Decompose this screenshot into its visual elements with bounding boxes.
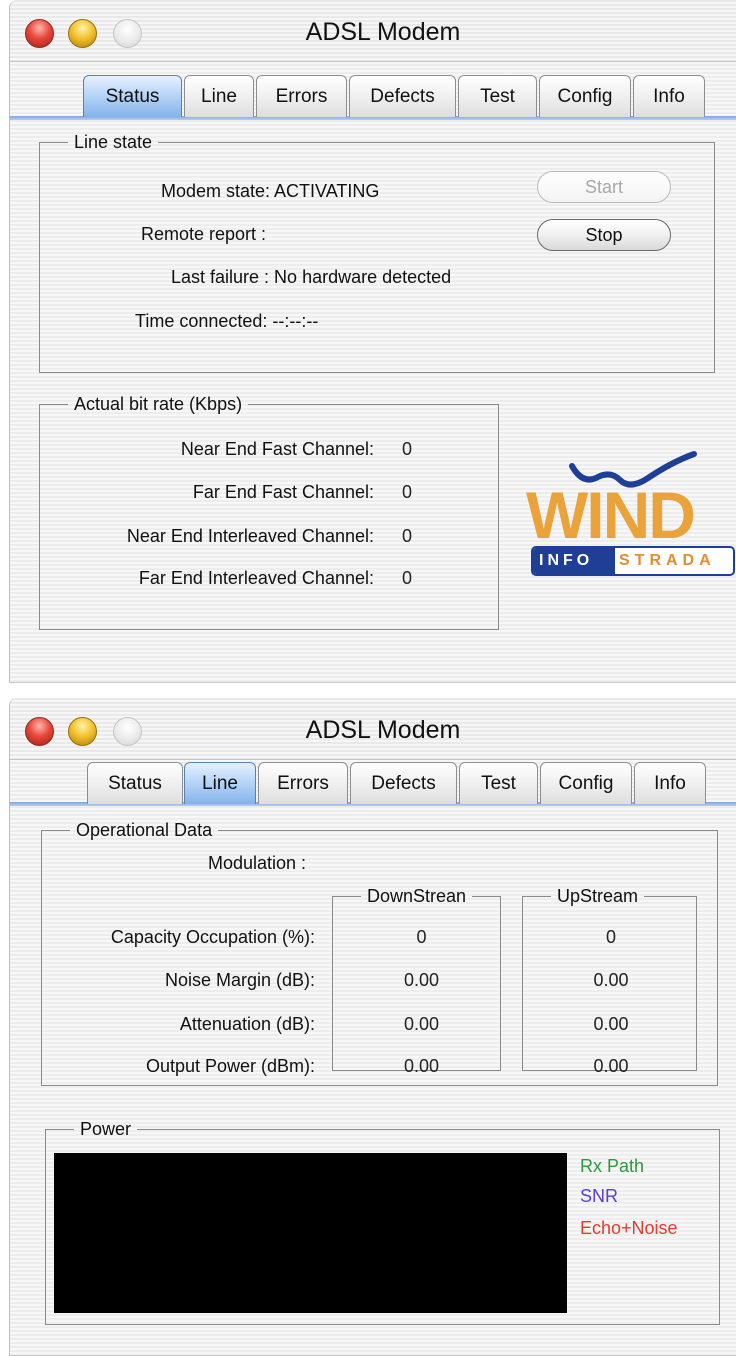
noise-margin-label: Noise Margin (dB): [164, 970, 315, 990]
far-end-interleaved-value: 0 [401, 568, 412, 588]
tab-defects[interactable]: Defects [349, 75, 456, 117]
operational-data-legend: Operational Data [76, 820, 213, 840]
logo-info-text: INFO [533, 548, 615, 574]
window-title: ADSL Modem [305, 716, 461, 744]
tab-status[interactable]: Status [83, 75, 182, 117]
logo-infostrada-bar: INFO STRADA [531, 546, 735, 576]
bit-rate-group: Actual bit rate (Kbps) [39, 395, 499, 630]
noise-margin-down-value: 0.00 [403, 970, 440, 990]
line-state-group: Line state [39, 133, 715, 373]
rx-path-legend: Rx Path [580, 1156, 645, 1176]
adsl-modem-window-line: ADSL Modem Status Line Errors Defects Te… [9, 698, 736, 1356]
line-state-legend: Line state [74, 132, 153, 152]
tab-config[interactable]: Config [540, 762, 632, 804]
tab-config[interactable]: Config [539, 75, 631, 117]
far-end-fast-label: Far End Fast Channel: [192, 482, 374, 502]
attenuation-label: Attenuation (dB): [179, 1014, 315, 1034]
logo-wind-text: WIND [526, 478, 696, 552]
tab-errors[interactable]: Errors [256, 75, 347, 117]
title-bar[interactable]: ADSL Modem [10, 0, 736, 62]
downstream-legend: DownStrean [367, 886, 467, 906]
tab-defects[interactable]: Defects [350, 762, 457, 804]
attenuation-down-value: 0.00 [403, 1014, 440, 1034]
adsl-modem-window-status: ADSL Modem Status Line Errors Defects Te… [9, 0, 736, 683]
window-title: ADSL Modem [305, 18, 461, 46]
upstream-legend: UpStream [557, 886, 639, 906]
tab-test[interactable]: Test [458, 75, 537, 117]
near-end-interleaved-label: Near End Interleaved Channel: [126, 526, 374, 546]
tab-status[interactable]: Status [87, 762, 183, 804]
output-power-up-value: 0.00 [593, 1056, 629, 1076]
bit-rate-legend: Actual bit rate (Kbps) [74, 394, 243, 414]
modulation-label: Modulation : [208, 853, 307, 873]
power-legend: Power [80, 1119, 132, 1139]
capacity-down-value: 0 [416, 927, 427, 947]
noise-margin-up-value: 0.00 [593, 970, 629, 990]
echo-noise-legend: Echo+Noise [580, 1218, 678, 1238]
stop-button[interactable]: Stop [537, 219, 671, 251]
tab-line[interactable]: Line [184, 762, 256, 804]
last-failure-text: Last failure : No hardware detected [171, 267, 452, 287]
title-bar[interactable]: ADSL Modem [10, 698, 736, 760]
output-power-down-value: 0.00 [403, 1056, 440, 1076]
start-button[interactable]: Start [537, 171, 671, 203]
attenuation-up-value: 0.00 [593, 1014, 629, 1034]
near-end-fast-value: 0 [401, 439, 412, 459]
power-spectrum-display [54, 1153, 567, 1313]
tab-line[interactable]: Line [184, 75, 254, 117]
capacity-occupation-label: Capacity Occupation (%): [110, 927, 315, 947]
tab-test[interactable]: Test [459, 762, 538, 804]
capacity-up-value: 0 [605, 927, 616, 947]
snr-legend: SNR [580, 1186, 619, 1206]
remote-report-label: Remote report : [141, 224, 267, 244]
logo-strada-text: STRADA [619, 552, 716, 569]
tab-info[interactable]: Info [633, 75, 705, 117]
wind-infostrada-logo: WIND INFO STRADA [522, 448, 736, 580]
tab-info[interactable]: Info [634, 762, 706, 804]
tab-errors[interactable]: Errors [258, 762, 348, 804]
far-end-fast-value: 0 [401, 482, 412, 502]
near-end-fast-label: Near End Fast Channel: [180, 439, 374, 459]
time-connected-text: Time connected: --:--:-- [135, 311, 319, 331]
far-end-interleaved-label: Far End Interleaved Channel: [138, 568, 374, 588]
modem-state-text: Modem state: ACTIVATING [161, 181, 380, 201]
near-end-interleaved-value: 0 [401, 526, 412, 546]
output-power-label: Output Power (dBm): [145, 1056, 315, 1076]
